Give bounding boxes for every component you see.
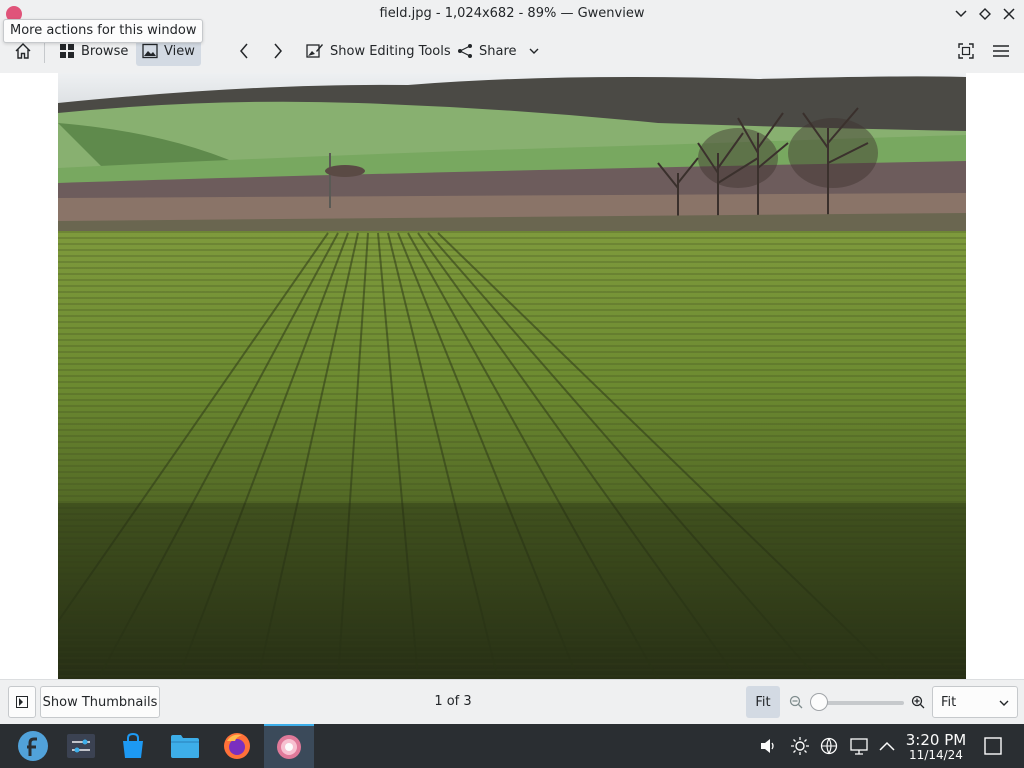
fullscreen-icon	[958, 43, 974, 59]
chevron-down-icon	[955, 10, 967, 18]
field-image	[58, 73, 966, 679]
status-bar: Show Thumbnails 1 of 3 Fit Fit	[0, 679, 1024, 724]
firefox-task[interactable]	[212, 724, 262, 768]
zoom-in-icon[interactable]	[911, 695, 925, 709]
zoom-slider-handle[interactable]	[810, 693, 828, 711]
volume-icon[interactable]	[760, 737, 778, 755]
gwenview-icon	[277, 735, 301, 759]
sidebar-icon	[16, 696, 28, 708]
share-label: Share	[479, 43, 517, 59]
show-editing-tools-button[interactable]: Show Editing Tools	[300, 36, 457, 66]
fullscreen-button[interactable]	[952, 36, 980, 66]
gwenview-task[interactable]	[264, 724, 314, 768]
diamond-icon	[979, 8, 991, 20]
browse-label: Browse	[81, 43, 129, 59]
shopping-bag-icon	[123, 732, 143, 758]
zoom-level-value: Fit	[941, 694, 957, 710]
app-launcher-button[interactable]	[8, 724, 58, 768]
hamburger-menu-button[interactable]	[986, 36, 1016, 66]
folder-icon	[171, 735, 199, 758]
image-counter: 1 of 3	[434, 694, 472, 709]
share-button[interactable]: Share	[451, 36, 545, 66]
chevron-up-icon[interactable]	[878, 737, 896, 755]
minimize-button[interactable]	[952, 5, 970, 23]
settings-sliders-icon	[67, 734, 95, 758]
hamburger-menu-icon	[993, 45, 1009, 57]
maximize-button[interactable]	[976, 5, 994, 23]
grid-icon	[60, 44, 74, 58]
fedora-logo-icon	[18, 731, 48, 761]
chevron-right-icon	[274, 43, 282, 59]
chevron-down-icon	[529, 48, 539, 54]
zoom-level-select[interactable]: Fit	[932, 686, 1018, 718]
clock-date[interactable]: 11/14/24	[900, 748, 972, 762]
editing-tools-label: Show Editing Tools	[330, 43, 451, 59]
taskbar: 3:20 PM 11/14/24	[0, 724, 1024, 768]
share-icon	[458, 44, 472, 58]
discover-store-task[interactable]	[108, 724, 158, 768]
network-globe-icon[interactable]	[820, 737, 838, 755]
chevron-down-icon	[999, 700, 1009, 706]
system-settings-task[interactable]	[56, 724, 106, 768]
brightness-icon[interactable]	[791, 737, 809, 755]
edit-image-icon	[306, 44, 323, 58]
close-button[interactable]	[1000, 5, 1018, 23]
close-icon	[1003, 8, 1015, 20]
fit-button[interactable]: Fit	[746, 686, 780, 718]
next-button[interactable]	[264, 36, 292, 66]
clock-time[interactable]: 3:20 PM	[900, 731, 972, 749]
zoom-out-icon[interactable]	[789, 695, 803, 709]
view-label: View	[164, 43, 195, 59]
home-icon	[15, 43, 31, 59]
firefox-icon	[224, 733, 250, 759]
image-view-area[interactable]	[0, 73, 1024, 679]
chevron-left-icon	[240, 43, 248, 59]
toggle-sidebar-button[interactable]	[8, 686, 36, 718]
show-desktop-icon[interactable]	[984, 737, 1002, 755]
window-actions-tooltip: More actions for this window	[3, 19, 204, 43]
image-icon	[142, 43, 158, 59]
network-wired-icon[interactable]	[850, 737, 868, 755]
previous-button[interactable]	[230, 36, 258, 66]
show-thumbnails-button[interactable]: Show Thumbnails	[40, 686, 160, 718]
field-photo	[58, 73, 966, 679]
file-manager-task[interactable]	[160, 724, 210, 768]
